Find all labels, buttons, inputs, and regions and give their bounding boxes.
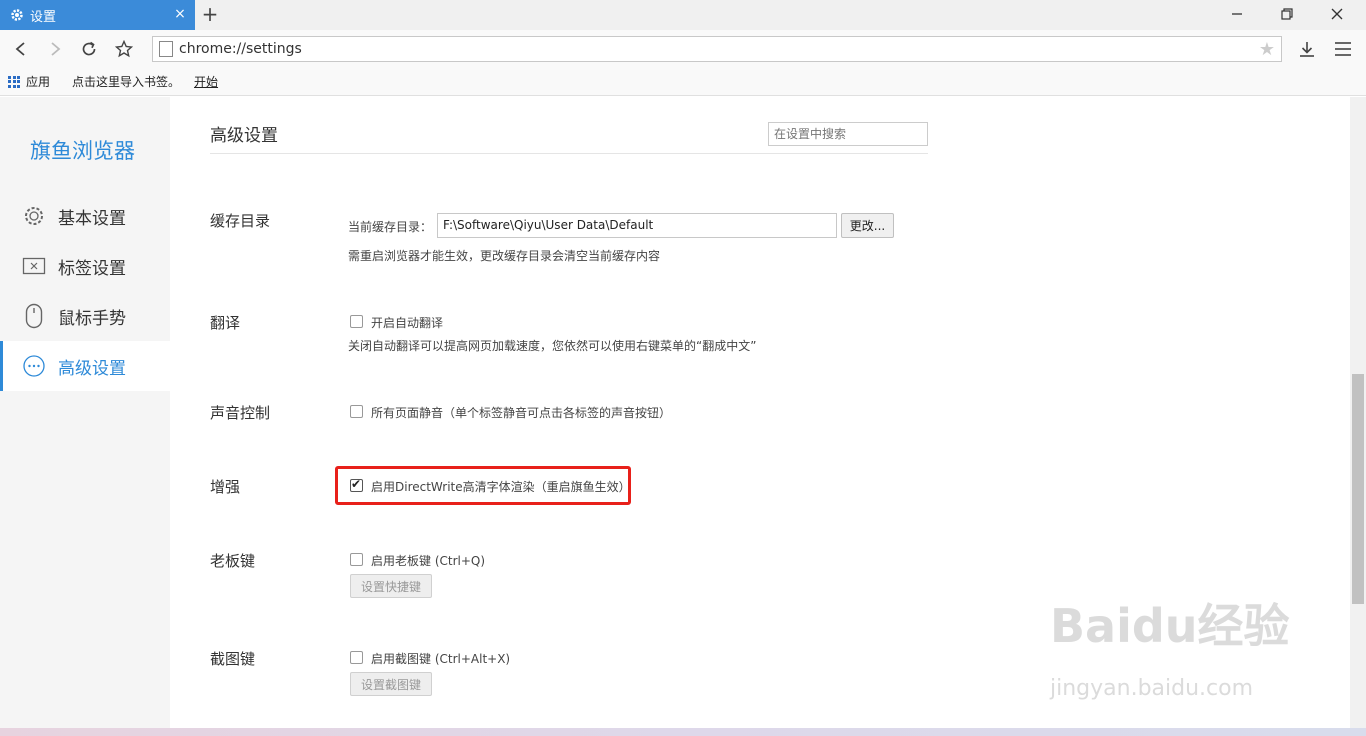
back-button[interactable] (10, 38, 32, 60)
sidebar-item-label: 高级设置 (58, 358, 126, 379)
translate-checkbox-label[interactable]: 开启自动翻译 (371, 314, 443, 331)
forward-button[interactable] (44, 38, 66, 60)
sound-section-label: 声音控制 (210, 404, 271, 422)
page-icon (159, 41, 173, 57)
boss-key-checkbox-label[interactable]: 启用老板键 (Ctrl+Q) (371, 552, 485, 569)
more-icon (22, 354, 46, 378)
sidebar-item-mouse[interactable]: 鼠标手势 (0, 291, 170, 341)
taskbar-strip (0, 728, 1366, 736)
sidebar-item-tabs[interactable]: 标签设置 (0, 241, 170, 291)
boss-key-section-label: 老板键 (210, 552, 256, 570)
favorite-star-icon[interactable]: ★ (1259, 39, 1275, 60)
reload-button[interactable] (78, 38, 100, 60)
close-window-button[interactable] (1324, 4, 1350, 24)
mute-checkbox[interactable] (350, 405, 363, 418)
settings-sidebar: 旗鱼浏览器 基本设置 标签设置 鼠标手势 高级设置 (0, 97, 170, 736)
search-input[interactable] (768, 122, 928, 146)
boss-key-checkbox[interactable] (350, 553, 363, 566)
highlight-box (335, 466, 631, 505)
toolbar: chrome://settings ★ (0, 30, 1366, 68)
translate-note: 关闭自动翻译可以提高网页加载速度，您依然可以使用右键菜单的“翻成中文” (348, 339, 757, 353)
tab-close-icon[interactable]: × (173, 6, 187, 22)
scrollbar[interactable] (1350, 97, 1366, 736)
restore-button[interactable] (1274, 4, 1300, 24)
import-bookmarks-link[interactable]: 点击这里导入书签。 (72, 73, 180, 90)
start-link[interactable]: 开始 (194, 73, 218, 90)
cache-current-label: 当前缓存目录： (348, 220, 433, 234)
gear-icon (10, 8, 24, 22)
tab-strip: 设置 × + (0, 0, 1366, 30)
set-shortcut-button[interactable]: 设置快捷键 (350, 574, 432, 598)
screenshot-key-checkbox[interactable] (350, 651, 363, 664)
apps-shortcut[interactable]: 应用 (0, 73, 50, 90)
scrollbar-thumb[interactable] (1352, 374, 1364, 604)
gear-icon (22, 204, 46, 228)
watermark-logo: Baidu经验 (1050, 599, 1290, 653)
sidebar-item-label: 标签设置 (58, 258, 126, 279)
apps-label: 应用 (26, 75, 51, 89)
download-icon[interactable] (1296, 38, 1318, 60)
tab-title: 设置 (30, 9, 57, 25)
title-divider (210, 153, 928, 154)
sidebar-item-label: 鼠标手势 (58, 308, 126, 329)
sidebar-item-basic[interactable]: 基本设置 (0, 191, 170, 241)
cache-path-field[interactable]: F:\Software\Qiyu\User Data\Default (437, 213, 837, 238)
tab-settings[interactable]: 设置 × (0, 0, 195, 30)
cache-note: 需重启浏览器才能生效，更改缓存目录会清空当前缓存内容 (348, 249, 661, 263)
bookmarks-bar: 应用 点击这里导入书签。 开始 (0, 68, 1366, 96)
address-bar[interactable]: chrome://settings ★ (152, 36, 1282, 62)
tab-icon (22, 254, 46, 278)
page-title: 高级设置 (210, 126, 278, 146)
watermark-url: jingyan.baidu.com (1050, 676, 1254, 701)
change-cache-button[interactable]: 更改... (841, 213, 894, 238)
translate-checkbox[interactable] (350, 315, 363, 328)
sidebar-item-label: 基本设置 (58, 208, 126, 229)
sidebar-item-advanced[interactable]: 高级设置 (0, 341, 170, 391)
minimize-button[interactable] (1224, 4, 1250, 24)
new-tab-button[interactable]: + (200, 4, 220, 24)
bookmark-star-icon[interactable] (113, 38, 135, 60)
cache-section-label: 缓存目录 (210, 212, 271, 230)
menu-icon[interactable] (1332, 38, 1354, 60)
mouse-icon (22, 303, 46, 329)
translate-section-label: 翻译 (210, 314, 241, 332)
screenshot-key-checkbox-label[interactable]: 启用截图键 (Ctrl+Alt+X) (371, 650, 510, 667)
brand-title: 旗鱼浏览器 (30, 139, 135, 163)
enhance-section-label: 增强 (210, 478, 241, 496)
screenshot-section-label: 截图键 (210, 650, 256, 668)
mute-checkbox-label[interactable]: 所有页面静音（单个标签静音可点击各标签的声音按钮） (371, 404, 671, 421)
url-text: chrome://settings (179, 41, 302, 57)
apps-grid-icon (8, 75, 20, 88)
set-screenshot-key-button[interactable]: 设置截图键 (350, 672, 432, 696)
